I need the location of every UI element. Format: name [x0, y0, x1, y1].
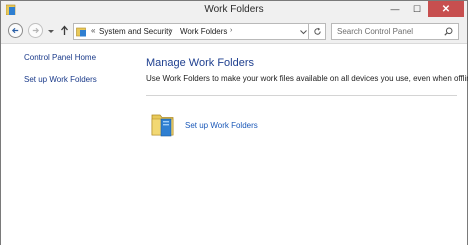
- window-controls: — ☐ ✕: [384, 1, 464, 17]
- back-button[interactable]: [8, 23, 23, 38]
- breadcrumb-work-folders[interactable]: Work Folders: [180, 27, 227, 36]
- page-description: Use Work Folders to make your work files…: [146, 74, 468, 83]
- page-title: Manage Work Folders: [146, 57, 255, 69]
- address-bar[interactable]: « System and Security › Work Folders ›: [73, 23, 309, 40]
- breadcrumb-separator[interactable]: ›: [230, 27, 232, 34]
- window: Work Folders — ☐ ✕ « System and Security…: [0, 0, 468, 245]
- forward-arrow-icon: [32, 27, 40, 34]
- sidebar-item-set-up-work-folders[interactable]: Set up Work Folders: [24, 75, 97, 84]
- refresh-icon: [313, 27, 321, 35]
- search-input[interactable]: Search Control Panel: [331, 23, 459, 40]
- up-arrow-icon[interactable]: [60, 25, 69, 36]
- minimize-button[interactable]: —: [384, 1, 406, 17]
- work-folders-icon[interactable]: [151, 110, 177, 137]
- content-area: Control Panel Home Set up Work Folders M…: [1, 43, 468, 245]
- search-icon[interactable]: [444, 27, 453, 36]
- divider: [146, 95, 457, 96]
- breadcrumb-overflow[interactable]: «: [91, 26, 95, 35]
- search-placeholder: Search Control Panel: [337, 27, 414, 36]
- maximize-button[interactable]: ☐: [406, 1, 428, 17]
- sidebar-item-control-panel-home[interactable]: Control Panel Home: [24, 53, 96, 62]
- address-dropdown-icon[interactable]: [300, 29, 307, 35]
- back-arrow-icon: [11, 27, 19, 34]
- refresh-button[interactable]: [309, 23, 326, 40]
- breadcrumb-system-and-security[interactable]: System and Security: [99, 27, 172, 36]
- forward-button[interactable]: [28, 23, 43, 38]
- close-button[interactable]: ✕: [428, 1, 464, 17]
- sidebar: Control Panel Home Set up Work Folders: [1, 44, 136, 245]
- chevron-down-icon[interactable]: [47, 27, 55, 35]
- navigation-bar: « System and Security › Work Folders › S…: [1, 21, 467, 43]
- set-up-work-folders-link[interactable]: Set up Work Folders: [185, 121, 258, 130]
- folder-icon: [76, 27, 86, 37]
- breadcrumb-separator[interactable]: ›: [169, 27, 171, 34]
- title-bar: Work Folders — ☐ ✕: [1, 1, 467, 19]
